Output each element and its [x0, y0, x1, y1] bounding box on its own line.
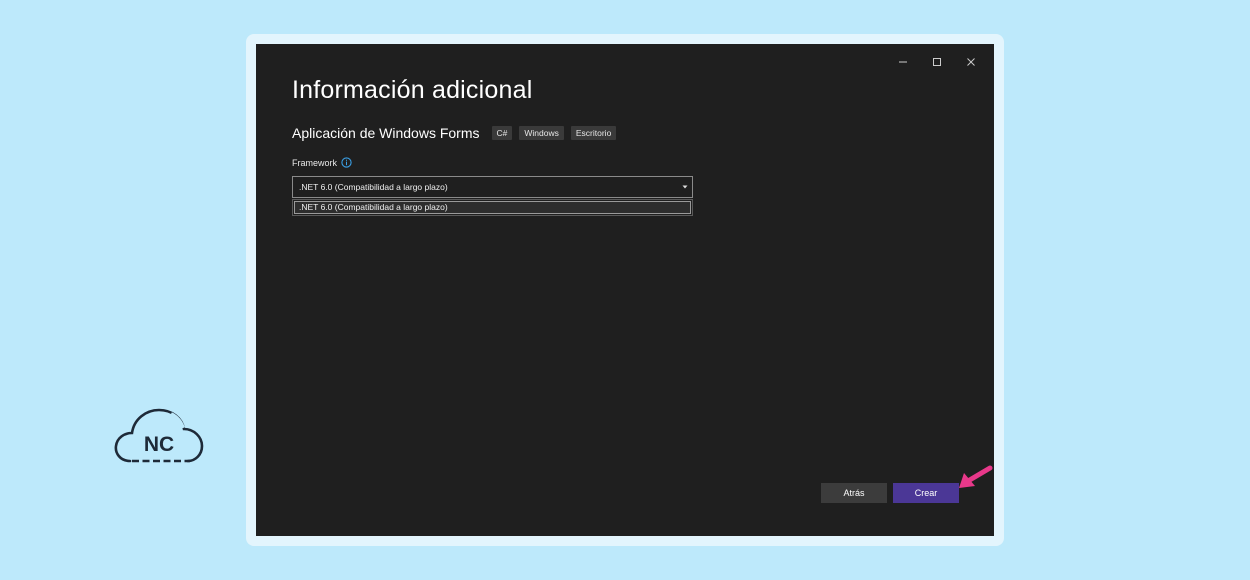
additional-info-dialog: Información adicional Aplicación de Wind…: [256, 44, 994, 536]
pointer-arrow-icon: [959, 465, 993, 488]
framework-select[interactable]: .NET 6.0 (Compatibilidad a largo plazo): [292, 176, 693, 198]
framework-dropdown-list: .NET 6.0 (Compatibilidad a largo plazo): [292, 199, 693, 216]
tag-language: C#: [491, 126, 513, 140]
minimize-icon: [899, 61, 907, 63]
maximize-button[interactable]: [920, 50, 954, 74]
page-title: Información adicional: [292, 76, 533, 104]
minimize-button[interactable]: [886, 50, 920, 74]
project-type-name: Aplicación de Windows Forms: [292, 125, 480, 141]
close-icon: [967, 58, 975, 66]
project-type-row: Aplicación de Windows Forms C# Windows E…: [292, 125, 623, 141]
info-icon[interactable]: [341, 157, 352, 168]
framework-option[interactable]: .NET 6.0 (Compatibilidad a largo plazo): [294, 201, 691, 214]
close-button[interactable]: [954, 50, 988, 74]
framework-label-row: Framework: [292, 157, 352, 168]
nc-cloud-logo: NC: [114, 408, 204, 463]
framework-selected-value: .NET 6.0 (Compatibilidad a largo plazo): [299, 182, 448, 192]
back-button[interactable]: Atrás: [821, 483, 887, 503]
framework-label: Framework: [292, 157, 338, 168]
tag-project-type: Escritorio: [570, 126, 617, 140]
maximize-icon: [933, 58, 941, 66]
tag-platform: Windows: [519, 126, 564, 140]
create-button[interactable]: Crear: [893, 483, 959, 503]
nc-logo-text: NC: [144, 433, 174, 456]
window-controls: [886, 50, 988, 74]
chevron-down-icon: [682, 185, 688, 189]
